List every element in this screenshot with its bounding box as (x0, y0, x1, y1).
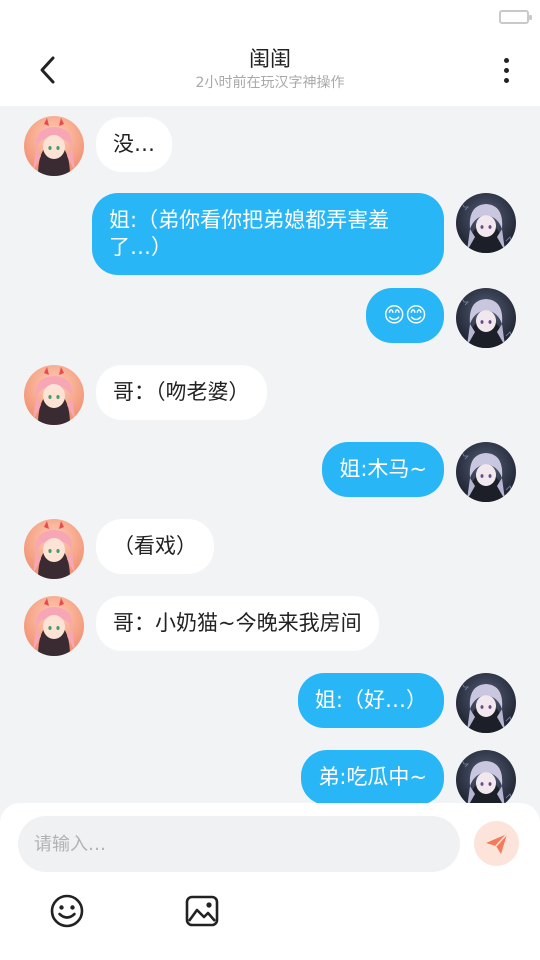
chat-title: 闺闺 (249, 47, 291, 71)
more-options-button[interactable] (492, 50, 520, 90)
avatar[interactable] (456, 750, 516, 803)
avatar[interactable] (24, 365, 84, 425)
send-button[interactable] (474, 821, 519, 866)
avatar[interactable] (24, 519, 84, 579)
avatar[interactable] (24, 116, 84, 176)
message-bubble[interactable]: （看戏） (96, 519, 214, 574)
message-bubble[interactable]: 姐:（好…） (297, 673, 444, 728)
chat-subtitle: 2小时前在玩汉字神操作 (195, 75, 345, 91)
chat-header: 闺闺 2小时前在玩汉字神操作 (0, 36, 540, 106)
battery-icon (499, 10, 532, 24)
message-bubble[interactable]: 姐:（弟你看你把弟媳都弄害羞了…） (92, 193, 444, 275)
message-bubble[interactable]: 哥：（吻老婆） (96, 365, 267, 420)
message-bubble[interactable]: 弟:吃瓜中~ (301, 750, 444, 803)
message-bubble[interactable]: 姐:木马~ (322, 442, 444, 497)
message-bubble[interactable]: 没… (96, 117, 172, 172)
image-icon (185, 895, 219, 927)
avatar[interactable] (456, 288, 516, 348)
message-list[interactable]: 没… 姐:（弟你看你把弟媳都弄害羞了…） 😊😊 哥：（吻老婆） 姐:木马~ （看… (0, 106, 540, 803)
message-bubble[interactable]: 哥：小奶猫~今晚来我房间 (96, 596, 379, 651)
avatar[interactable] (24, 596, 84, 656)
send-icon (485, 832, 508, 854)
emoji-icon (50, 894, 84, 928)
status-bar (0, 0, 540, 36)
more-vertical-icon (503, 57, 509, 63)
avatar[interactable] (456, 673, 516, 733)
chevron-left-icon (40, 56, 55, 84)
back-button[interactable] (30, 52, 66, 88)
input-panel (0, 803, 540, 960)
message-bubble[interactable]: 😊😊 (366, 288, 444, 343)
image-button[interactable] (184, 893, 220, 929)
message-input[interactable] (18, 816, 460, 872)
avatar[interactable] (456, 193, 516, 253)
title-block: 闺闺 2小时前在玩汉字神操作 (100, 44, 440, 92)
emoji-button[interactable] (49, 893, 85, 929)
avatar[interactable] (456, 442, 516, 502)
